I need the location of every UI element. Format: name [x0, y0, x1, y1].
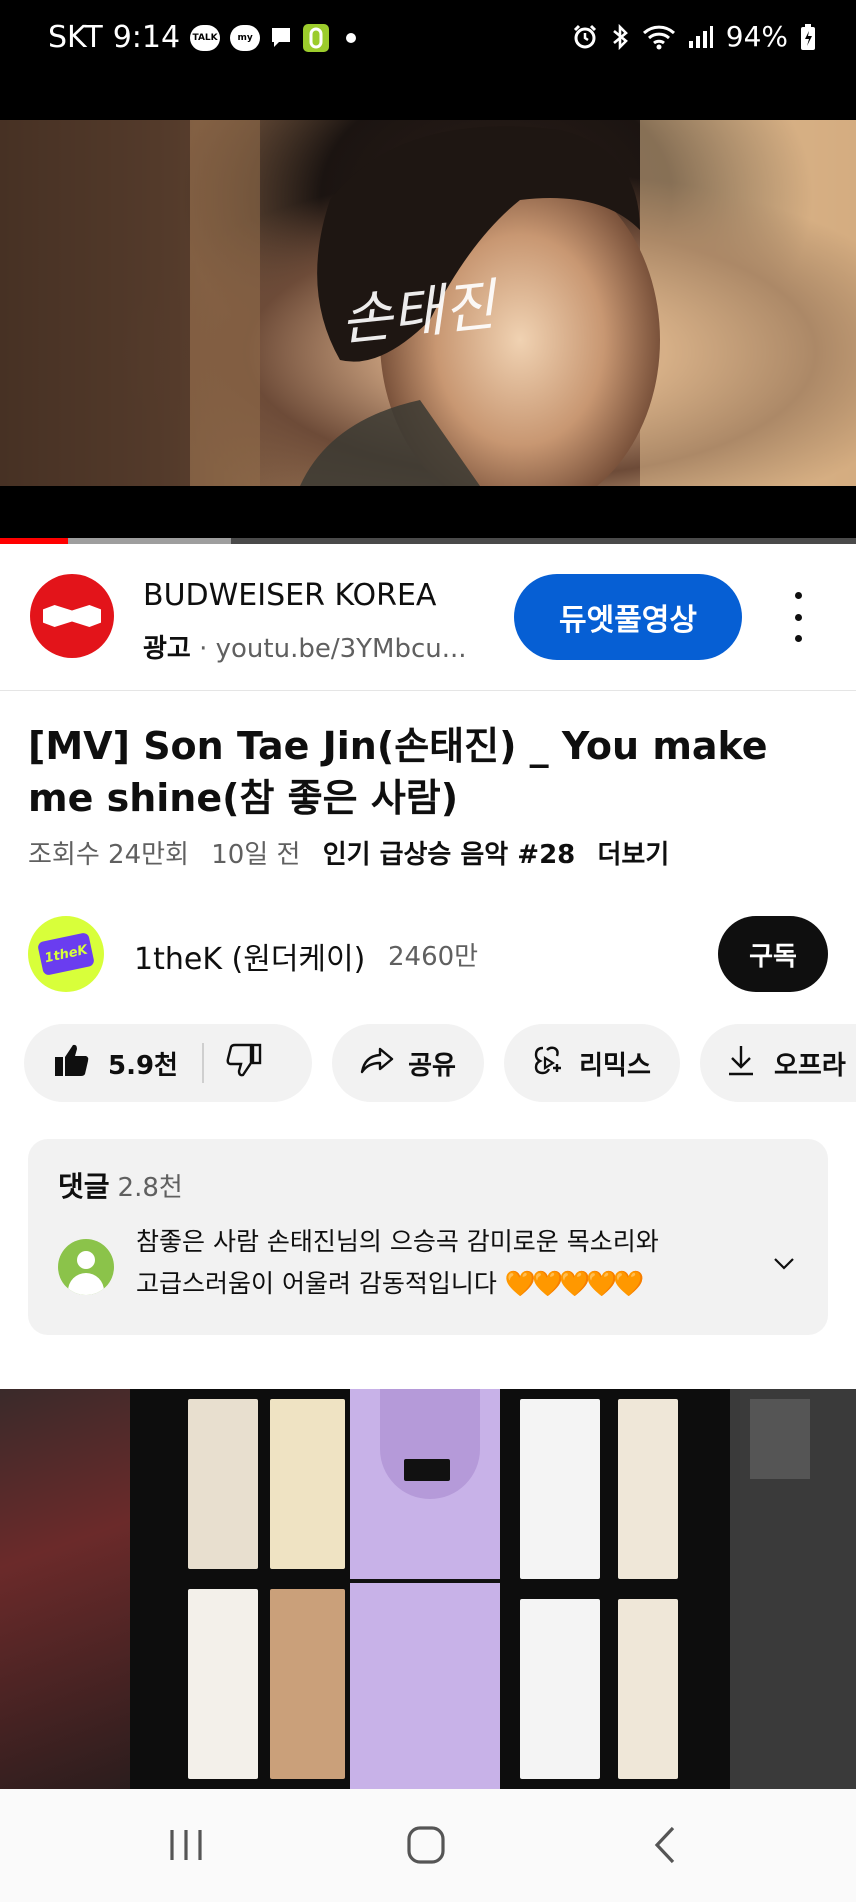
budweiser-bowtie-icon	[43, 605, 101, 627]
subscriber-count: 2460만	[388, 942, 479, 972]
ad-banner[interactable]: BUDWEISER KOREA 광고 · youtu.be/3YMbcu... …	[0, 544, 856, 691]
channel-row[interactable]: 1theK 1theK (원더케이) 2460만 구독	[0, 906, 856, 996]
thumbs-up-icon	[54, 1043, 90, 1084]
like-dislike-chip: 5.9천	[24, 1024, 312, 1102]
home-icon[interactable]	[396, 1819, 456, 1871]
more-link[interactable]: 더보기	[598, 840, 670, 870]
next-video-thumbnail[interactable]	[0, 1389, 856, 1789]
ad-url[interactable]: youtu.be/3YMbcu...	[216, 634, 467, 664]
share-label: 공유	[408, 1050, 456, 1081]
remix-icon	[533, 1044, 567, 1083]
more-options-icon[interactable]	[786, 592, 810, 642]
upload-age: 10일 전	[211, 840, 301, 870]
chevron-down-icon[interactable]	[772, 1255, 796, 1275]
video-meta[interactable]: 조회수 24만회 10일 전 인기 급상승 음악 #28 더보기	[28, 834, 683, 871]
back-icon[interactable]	[636, 1819, 696, 1871]
chip-divider	[201, 1043, 204, 1083]
action-chips: 5.9천 공유 리믹스 오프라	[24, 1024, 856, 1102]
offline-save-button[interactable]: 오프라	[700, 1024, 856, 1102]
thumbs-down-icon[interactable]	[226, 1043, 262, 1084]
signal-icon	[688, 25, 714, 49]
ad-label: 광고	[143, 634, 191, 664]
alarm-icon	[572, 24, 598, 50]
thumbnail-film-strip-right	[500, 1389, 730, 1789]
comments-teaser[interactable]: 댓글 2.8천 참좋은 사람 손태진님의 으승곡 감미로운 목소리와 고급스러움이…	[28, 1139, 828, 1335]
wifi-icon	[642, 24, 676, 50]
status-bar: SKT 9:14 TALK my 94%	[0, 0, 856, 120]
video-title[interactable]: [MV] Son Tae Jin(손태진) _ You make me shin…	[28, 720, 828, 824]
thumbnail-film-strip-left	[130, 1389, 350, 1789]
video-player[interactable]: 손태진	[0, 120, 856, 542]
remix-label: 리믹스	[579, 1050, 651, 1081]
top-comment-line2: 고급스러움이 어울려 감동적입니다	[136, 1269, 497, 1298]
video-letterbox	[0, 486, 856, 542]
message-notification-icon	[270, 26, 292, 50]
top-comment: 참좋은 사람 손태진님의 으승곡 감미로운 목소리와 고급스러움이 어울려 감동…	[136, 1221, 736, 1305]
battery-charging-icon	[800, 23, 816, 51]
recent-apps-icon[interactable]	[156, 1819, 216, 1871]
download-icon	[726, 1044, 756, 1083]
channel-avatar[interactable]: 1theK	[28, 916, 104, 992]
comments-heading: 댓글 2.8천	[58, 1165, 183, 1205]
app-notification-icon	[302, 23, 330, 53]
ad-cta-button[interactable]: 듀엣풀영상	[514, 574, 742, 660]
kakaotalk-notification-icon: TALK	[190, 24, 221, 51]
remix-button[interactable]: 리믹스	[504, 1024, 680, 1102]
homeplus-notification-icon: my	[230, 24, 261, 51]
bluetooth-icon	[610, 23, 630, 51]
advertiser-logo	[30, 574, 114, 658]
share-button[interactable]: 공유	[332, 1024, 484, 1102]
carrier-label: SKT	[48, 20, 103, 55]
view-count: 조회수 24만회	[28, 840, 189, 870]
channel-name[interactable]: 1theK (원더케이)	[134, 934, 365, 978]
system-nav-bar	[0, 1789, 856, 1902]
orange-hearts-emoji: 🧡🧡🧡🧡🧡	[504, 1269, 645, 1298]
advertiser-name: BUDWEISER KOREA	[143, 578, 437, 613]
like-button[interactable]: 5.9천	[24, 1043, 178, 1084]
battery-percent: 94%	[725, 20, 788, 53]
commenter-avatar	[58, 1239, 114, 1295]
channel-avatar-logo: 1theK	[37, 931, 95, 977]
video-overlay-signature: 손태진	[337, 273, 499, 354]
more-notifications-dot-icon	[346, 32, 357, 43]
comments-title: 댓글	[58, 1170, 110, 1203]
share-arrow-icon	[360, 1046, 394, 1081]
thumbnail-right-panel	[730, 1389, 856, 1789]
like-count: 5.9천	[108, 1050, 178, 1081]
thumbnail-tshirt-panel	[350, 1389, 500, 1789]
ad-subline: 광고 · youtu.be/3YMbcu...	[143, 628, 467, 665]
ad-separator: ·	[199, 634, 208, 664]
subscribe-button[interactable]: 구독	[718, 916, 828, 992]
video-frame: 손태진	[0, 120, 856, 486]
trending-rank: 인기 급상승 음악 #28	[322, 840, 576, 870]
watch-sheet: BUDWEISER KOREA 광고 · youtu.be/3YMbcu... …	[0, 544, 856, 1789]
thumbnail-left-panel	[0, 1389, 130, 1789]
offline-label: 오프라	[774, 1050, 846, 1081]
clock: 9:14	[112, 20, 181, 55]
top-comment-line1: 참좋은 사람 손태진님의 으승곡 감미로운 목소리와	[136, 1227, 659, 1256]
comments-count: 2.8천	[117, 1173, 183, 1203]
